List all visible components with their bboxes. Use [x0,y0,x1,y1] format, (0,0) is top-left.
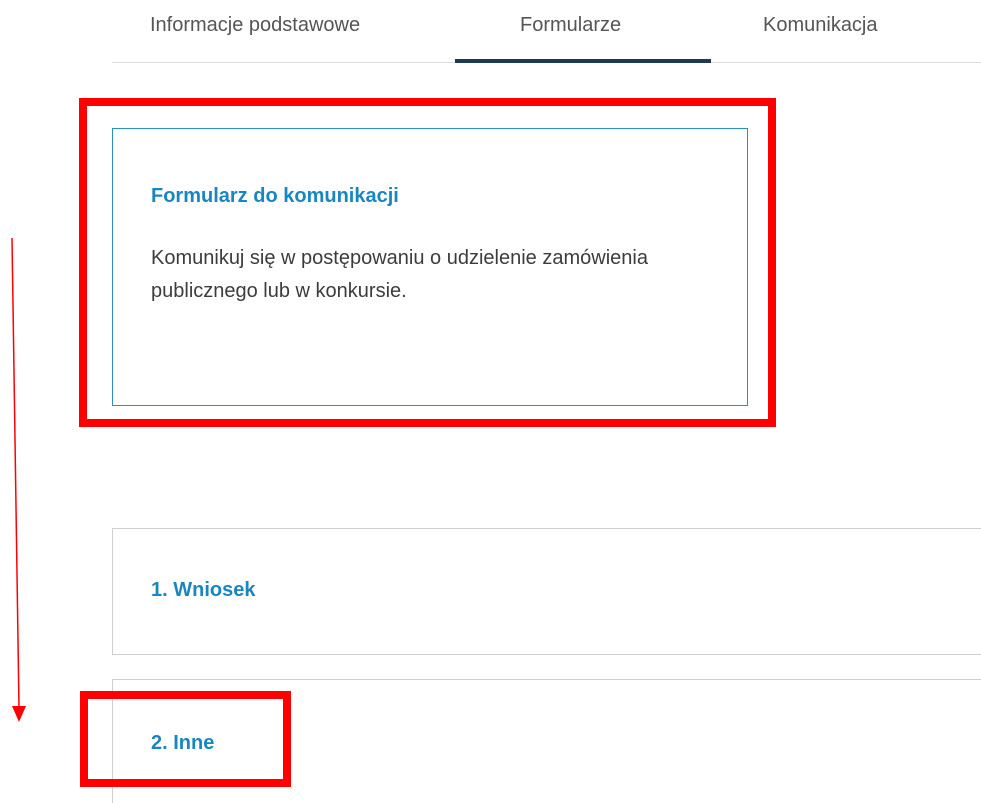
communication-form-card[interactable]: Formularz do komunikacji Komunikuj się w… [112,128,748,406]
form-card-description: Komunikuj się w postępowaniu o udzieleni… [151,247,648,302]
section-title-wniosek[interactable]: 1. Wniosek [151,579,255,602]
tab-bar: Informacje podstawowe Formularze Komunik… [112,0,981,63]
section-inne[interactable]: 2. Inne [112,679,981,803]
active-tab-indicator [455,59,711,63]
section-title-inne[interactable]: 2. Inne [151,732,214,755]
tab-forms[interactable]: Formularze [520,14,621,37]
section-wniosek[interactable]: 1. Wniosek [112,528,981,655]
tab-communication[interactable]: Komunikacja [763,14,878,37]
page: Informacje podstawowe Formularze Komunik… [0,0,981,803]
form-card-title[interactable]: Formularz do komunikacji [151,185,399,208]
tab-basic-info[interactable]: Informacje podstawowe [150,14,360,37]
